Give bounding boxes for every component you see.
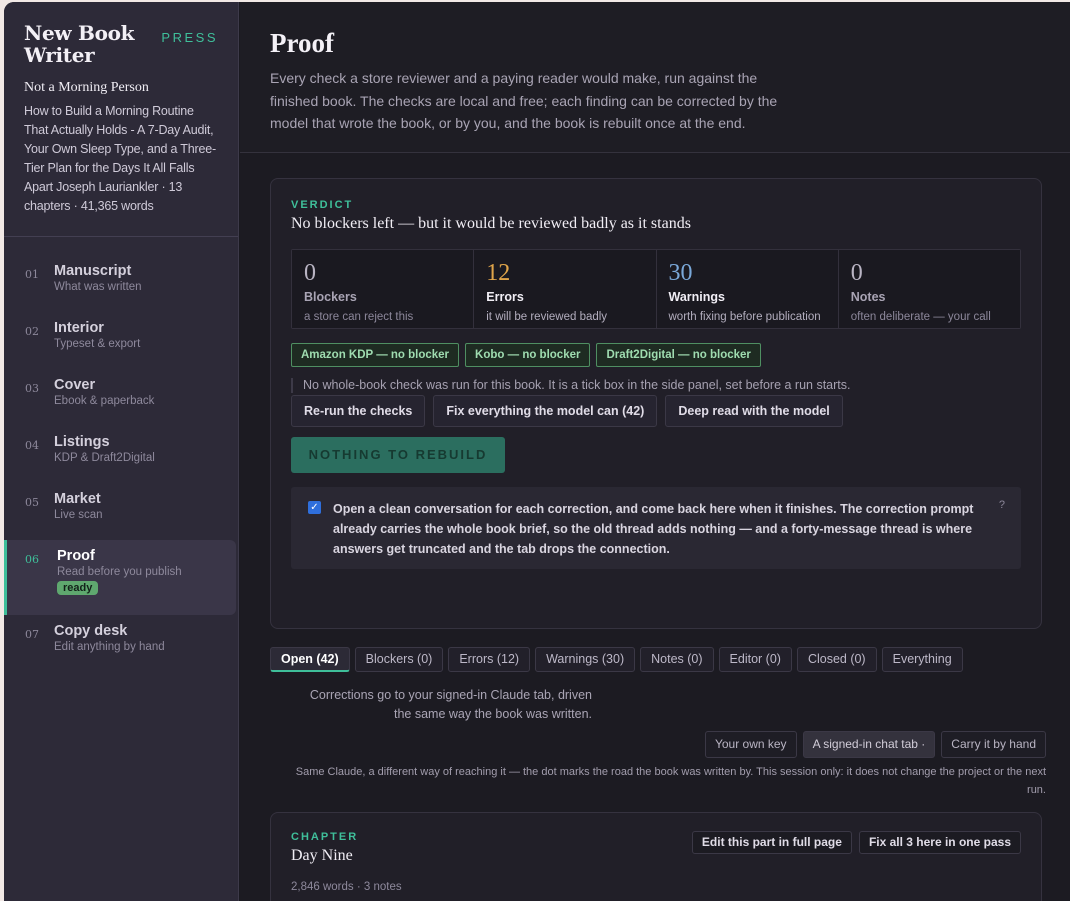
rebuild-button[interactable]: NOTHING TO REBUILD [291,437,505,473]
stat-label: Warnings [668,290,725,304]
fix-all-here-button[interactable]: Fix all 3 here in one pass [858,831,1021,854]
nav-label: Listings [54,434,110,450]
chapter-actions: Edit this part in full page Fix all 3 he… [691,831,1021,854]
nav-number: 03 [25,382,39,395]
stat-value: 30 [668,260,693,286]
tab-blockers[interactable]: Blockers (0) [354,647,444,672]
stat-label: Blockers [304,290,357,304]
nav-number: 02 [25,325,39,338]
stat-description: it will be reviewed badly [486,311,608,323]
verdict-eyebrow: VERDICT [291,199,354,211]
nav-label: Market [54,491,101,507]
app-title: New Book Writer [24,21,135,67]
tab-everything[interactable]: Everything [881,647,963,672]
page-header: Proof Every check a store reviewer and a… [240,2,1070,153]
sidebar-item-proof[interactable]: 06 Proof Read before you publish ready [4,540,236,615]
routing-options: Your own key A signed-in chat tab · Carr… [704,731,1046,758]
route-own-key[interactable]: Your own key [704,731,797,758]
nav-number: 01 [25,268,39,281]
routing-fine-print: Same Claude, a different way of reaching… [295,766,1046,796]
verdict-actions: Re-run the checks Fix everything the mod… [291,395,1021,427]
nav-number: 07 [25,628,39,641]
tab-closed[interactable]: Closed (0) [796,647,877,672]
clean-conversation-checkbox[interactable]: ✓ [308,501,321,514]
routing-note: Corrections go to your signed-in Claude … [309,688,592,721]
stat-value: 12 [486,260,511,286]
app-window: New Book Writer PRESS Not a Morning Pers… [4,2,1070,901]
nav-label: Proof [57,548,95,564]
nav-sublabel: Typeset & export [54,338,141,350]
stat-description: often deliberate — your call [850,311,991,323]
chapter-card: CHAPTER Day Nine 2,846 words · 3 notes E… [270,812,1042,901]
help-icon[interactable]: ? [999,499,1005,511]
chapter-meta: 2,846 words · 3 notes [291,881,402,893]
stat-description: worth fixing before publication [668,311,821,323]
tab-notes[interactable]: Notes (0) [640,647,714,672]
sidebar-brand: New Book Writer PRESS Not a Morning Pers… [4,2,238,237]
tab-errors[interactable]: Errors (12) [448,647,531,672]
rerun-checks-button[interactable]: Re-run the checks [291,395,426,427]
clean-conversation-text: Open a clean conversation for each corre… [333,502,974,556]
sidebar-item-manuscript[interactable]: 01 Manuscript What was written [4,255,238,312]
nav-sublabel: Edit anything by hand [54,641,165,653]
tab-open[interactable]: Open (42) [270,647,350,672]
stat-value: 0 [850,260,863,286]
nav-sublabel: Live scan [54,509,103,521]
nav-label: Interior [54,320,104,336]
stat-label: Notes [850,290,886,304]
sidebar-item-listings[interactable]: 04 Listings KDP & Draft2Digital [4,426,238,483]
tab-warnings[interactable]: Warnings (30) [535,647,636,672]
sidebar-item-copy-desk[interactable]: 07 Copy desk Edit anything by hand [4,615,238,672]
nav-label: Copy desk [54,623,128,639]
stat-description: a store can reject this [304,311,414,323]
sidebar-item-interior[interactable]: 02 Interior Typeset & export [4,312,238,369]
stat-warnings: 30 Warnings worth fixing before publicat… [656,250,839,328]
verdict-text: No blockers left — but it would be revie… [291,215,691,232]
nav-label: Cover [54,377,96,393]
edit-full-page-button[interactable]: Edit this part in full page [691,831,852,854]
clean-conversation-option: ✓ Open a clean conversation for each cor… [291,487,1021,569]
filter-tabs: Open (42) Blockers (0) Errors (12) Warni… [270,647,963,672]
nav-label: Manuscript [54,263,132,279]
tab-editor[interactable]: Editor (0) [718,647,792,672]
whole-book-note: No whole-book check was run for this boo… [291,378,1021,393]
verdict-card: VERDICT No blockers left — but it would … [270,178,1042,629]
store-pill-kdp: Amazon KDP — no blocker [291,343,460,367]
book-description: How to Build a Morning Routine That Actu… [24,104,216,213]
store-pills: Amazon KDP — no blocker Kobo — no blocke… [291,343,1021,367]
fix-everything-button[interactable]: Fix everything the model can (42) [433,395,658,427]
sidebar-nav: 01 Manuscript What was written 02 Interi… [4,237,238,672]
nav-number: 06 [25,553,39,566]
stat-label: Errors [486,290,524,304]
deep-read-button[interactable]: Deep read with the model [665,395,843,427]
ready-badge: ready [57,581,99,595]
nav-sublabel: Ebook & paperback [54,395,155,407]
book-title: Not a Morning Person [24,80,149,95]
route-by-hand[interactable]: Carry it by hand [941,731,1046,758]
page-title: Proof [270,28,334,58]
stat-errors: 12 Errors it will be reviewed badly [474,250,657,328]
stat-notes: 0 Notes often deliberate — your call [838,250,1020,328]
nav-sublabel: Read before you publish [57,566,182,578]
sidebar: New Book Writer PRESS Not a Morning Pers… [4,2,239,901]
nav-number: 05 [25,496,39,509]
nav-number: 04 [25,439,39,452]
stat-value: 0 [304,260,316,286]
sidebar-item-cover[interactable]: 03 Cover Ebook & paperback [4,369,238,426]
nav-sublabel: What was written [54,281,142,293]
route-signed-in-tab[interactable]: A signed-in chat tab · [802,731,936,758]
store-pill-kobo: Kobo — no blocker [465,343,591,367]
main-content: Proof Every check a store reviewer and a… [240,2,1070,901]
stat-blockers: 0 Blockers a store can reject this [292,250,475,328]
stats-grid: 0 Blockers a store can reject this 12 Er… [291,249,1021,329]
sidebar-item-market[interactable]: 05 Market Live scan [4,483,238,540]
press-label: PRESS [161,30,218,45]
nav-sublabel: KDP & Draft2Digital [54,452,155,464]
store-pill-d2d: Draft2Digital — no blocker [596,343,761,367]
page-intro: Every check a store reviewer and a payin… [270,70,778,131]
